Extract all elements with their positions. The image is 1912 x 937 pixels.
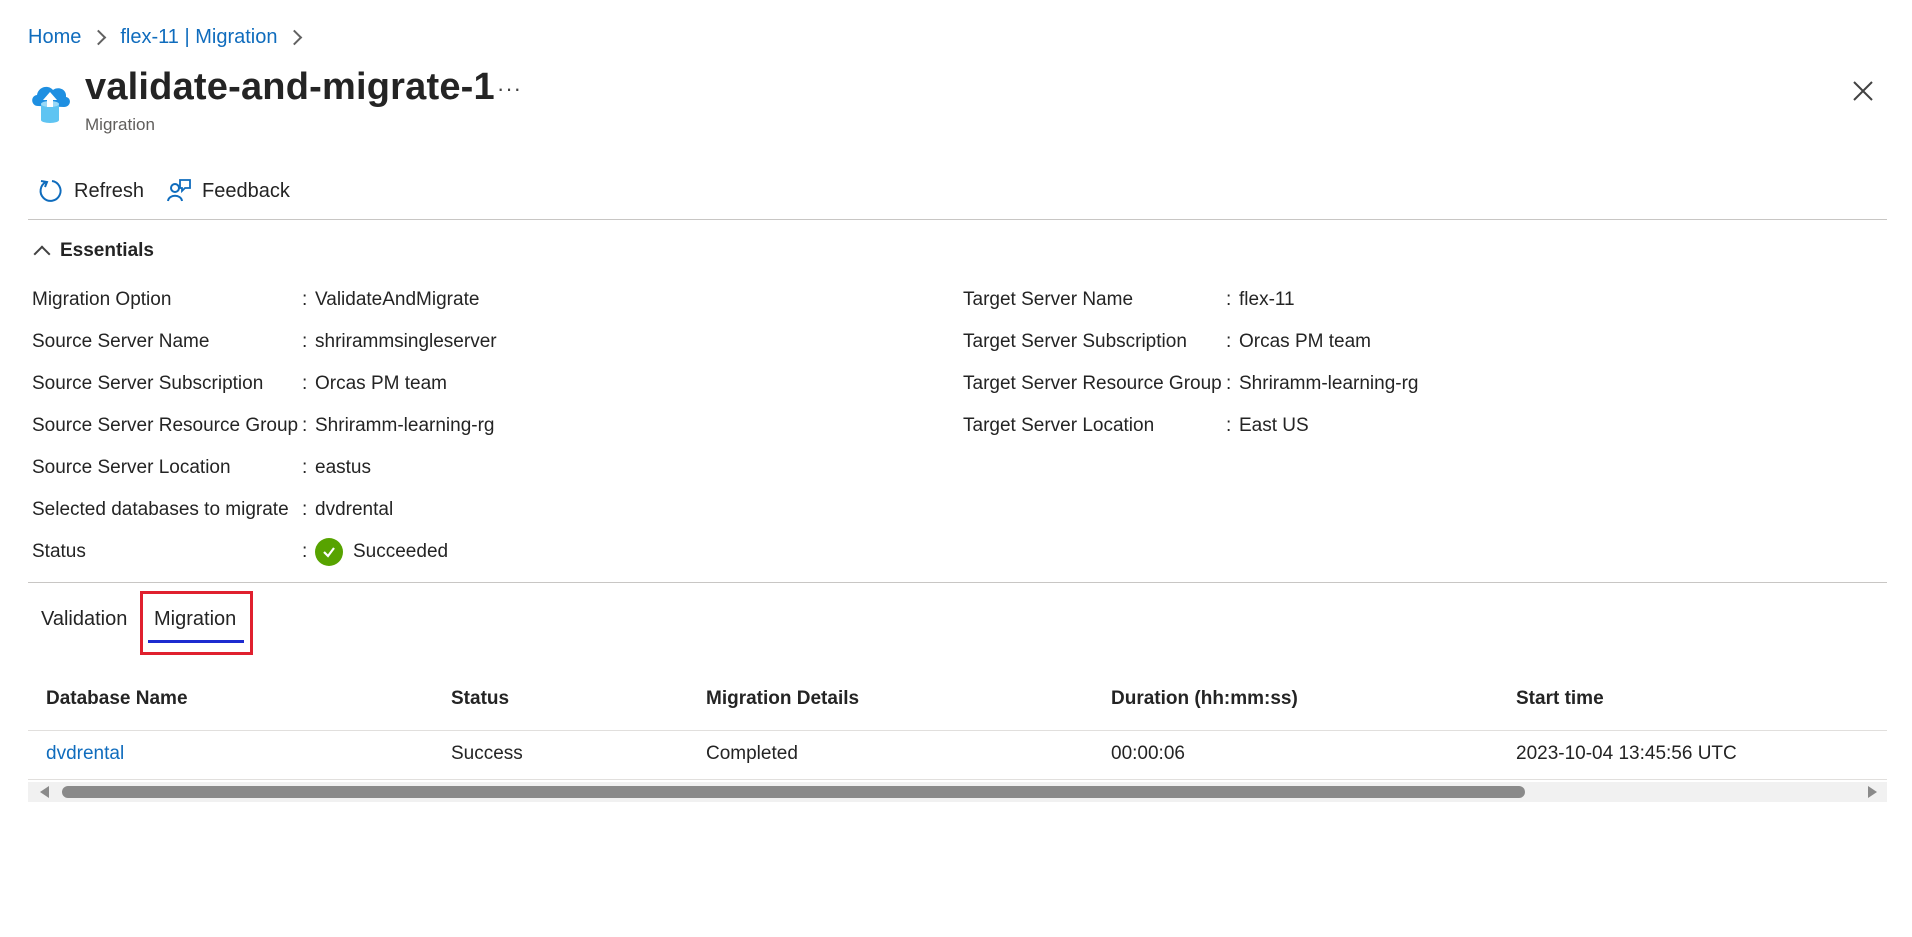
property-separator: : [302,499,308,520]
property-label: Target Server Resource Group [963,373,1222,394]
command-bar: Refresh Feedback [38,178,312,204]
table-row-divider [28,779,1887,780]
close-icon [1853,81,1873,101]
property-label: Source Server Name [32,331,210,352]
property-value: shrirammsingleserver [315,331,497,352]
property-label: Status [32,541,86,562]
table-header-divider [28,730,1887,731]
property-label: Source Server Subscription [32,373,264,394]
property-label: Target Server Location [963,415,1155,436]
essentials-toggle[interactable]: Essentials [32,240,154,263]
property-label: Target Server Name [963,289,1134,310]
column-header-duration[interactable]: Duration (hh:mm:ss) [1111,688,1298,710]
property-separator: : [1226,331,1232,352]
feedback-button[interactable]: Feedback [166,178,290,204]
success-check-icon [315,538,343,566]
column-header-start-time[interactable]: Start time [1516,688,1604,710]
property-value: flex-11 [1239,289,1295,310]
property-label: Source Server Resource Group [32,415,299,436]
status-badge: Succeeded [315,538,448,566]
feedback-label: Feedback [202,179,290,202]
property-value: Orcas PM team [315,373,447,394]
column-header-migration-details[interactable]: Migration Details [706,688,859,710]
scrollbar-thumb[interactable] [62,786,1525,798]
property-value: East US [1239,415,1309,436]
property-separator: : [302,541,308,562]
page-subtitle: Migration [85,115,155,134]
column-header-database-name[interactable]: Database Name [46,688,188,710]
feedback-icon [167,179,191,202]
property-value: Shriramm-learning-rg [1239,373,1419,394]
page-title: validate-and-migrate-1 [85,66,495,108]
property-separator: : [1226,289,1232,310]
column-header-status[interactable]: Status [451,688,509,710]
cloud-upload-database-icon [28,80,72,124]
property-separator: : [302,415,308,436]
table-cell-start-time: 2023-10-04 13:45:56 UTC [1516,743,1737,764]
chevron-right-icon [91,29,107,46]
breadcrumb: Home flex-11 | Migration [28,26,316,49]
tab-highlight-box [140,591,253,655]
refresh-button[interactable]: Refresh [38,178,144,204]
status-value: Succeeded [353,541,449,562]
chevron-right-icon [287,29,303,46]
property-value: Shriramm-learning-rg [315,415,495,436]
table-cell-migration-details: Completed [706,743,798,764]
property-label: Target Server Subscription [963,331,1187,352]
tab-validation[interactable]: Validation [41,608,127,631]
table-cell-status: Success [451,743,523,764]
property-separator: : [302,331,308,352]
property-value: ValidateAndMigrate [315,289,480,310]
scroll-left-arrow-icon[interactable] [40,786,49,798]
property-label: Source Server Location [32,457,231,478]
property-separator: : [302,289,308,310]
property-value: eastus [315,457,371,478]
property-value: Orcas PM team [1239,331,1371,352]
essentials-title: Essentials [60,240,154,261]
table-cell-duration: 00:00:06 [1111,743,1185,764]
breadcrumb-parent-link[interactable]: flex-11 | Migration [120,26,277,49]
database-name-link[interactable]: dvdrental [46,743,124,764]
divider [28,582,1887,583]
divider [28,219,1887,220]
property-separator: : [1226,373,1232,394]
refresh-icon [39,180,62,202]
scroll-right-arrow-icon[interactable] [1868,786,1877,798]
refresh-label: Refresh [74,179,145,202]
property-label: Migration Option [32,289,172,310]
table-row: dvdrental [46,743,124,765]
breadcrumb-home-link[interactable]: Home [28,26,81,49]
chevron-up-icon [33,245,51,263]
property-label: Selected databases to migrate [32,499,289,520]
property-separator: : [302,373,308,394]
property-separator: : [302,457,308,478]
property-separator: : [1226,415,1232,436]
close-button[interactable] [1852,80,1874,102]
property-value: dvdrental [315,499,394,520]
more-options-button[interactable]: ··· [497,76,522,102]
